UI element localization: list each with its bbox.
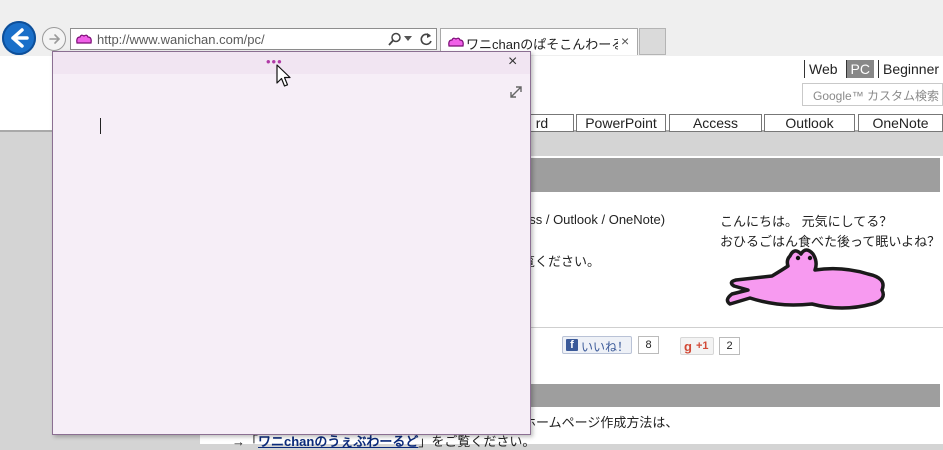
link-suffix: 」をご覧ください。 xyxy=(418,434,536,449)
nav-tab-onenote[interactable]: OneNote xyxy=(858,114,943,132)
like-count: 8 xyxy=(638,336,659,354)
nav-bar: rd PowerPoint Access Outlook OneNote xyxy=(510,114,943,132)
webworld-link[interactable]: ワニchanのうぇぶわーるど xyxy=(258,434,418,449)
back-arrow-icon xyxy=(11,28,29,48)
facebook-icon: f xyxy=(566,339,578,351)
sticky-note[interactable]: ••• × xyxy=(52,51,531,435)
greeting-text: こんにちは。 元気にしてる？ xyxy=(720,214,893,229)
gplus-count: 2 xyxy=(719,337,740,355)
nav-tab-access[interactable]: Access xyxy=(669,114,762,132)
arrow-text: →「 xyxy=(232,434,259,449)
mouse-cursor-icon xyxy=(276,64,291,87)
forward-button[interactable] xyxy=(42,27,66,51)
google-plus-icon: g xyxy=(684,339,692,354)
section2-text: たホームページ作成方法は、 xyxy=(510,415,679,430)
refresh-icon[interactable] xyxy=(419,32,433,46)
like-label: いいね！ xyxy=(581,340,630,354)
nav-tab-powerpoint[interactable]: PowerPoint xyxy=(576,114,666,132)
nav-tab-outlook[interactable]: Outlook xyxy=(764,114,855,132)
close-icon[interactable]: × xyxy=(621,33,629,49)
back-button[interactable] xyxy=(2,21,36,55)
google-search-input[interactable]: Google™ カスタム検索 xyxy=(802,83,943,106)
header-links: Web PC Beginner xyxy=(800,60,943,80)
search-icon[interactable] xyxy=(388,32,402,46)
address-url[interactable]: http://www.wanichan.com/pc/ xyxy=(97,32,265,47)
header-link-web[interactable]: Web xyxy=(804,60,842,78)
header-link-beginner[interactable]: Beginner xyxy=(878,60,943,78)
dropdown-icon[interactable] xyxy=(404,36,412,42)
forward-arrow-icon xyxy=(49,34,61,44)
divider xyxy=(510,327,943,328)
section-header-2 xyxy=(510,384,940,407)
close-icon[interactable]: × xyxy=(508,53,517,71)
alligator-mascot-image xyxy=(725,248,885,310)
search-placeholder: Google™ カスタム検索 xyxy=(813,89,940,103)
favicon-icon xyxy=(76,34,92,44)
facebook-like-button[interactable]: f いいね！ xyxy=(562,336,632,354)
header-link-pc[interactable]: PC xyxy=(845,60,874,78)
address-bar[interactable]: http://www.wanichan.com/pc/ xyxy=(70,28,437,50)
new-tab-button[interactable] xyxy=(639,28,666,55)
section-header xyxy=(510,158,940,192)
expand-icon[interactable] xyxy=(509,85,523,99)
intro-text: ccess / Outlook / OneNote) xyxy=(509,212,666,227)
text-caret[interactable] xyxy=(100,118,101,134)
gplus-label: +1 xyxy=(696,340,709,352)
google-plus-button[interactable]: g +1 xyxy=(680,337,714,355)
favicon-icon xyxy=(448,37,464,47)
browser-chrome: http://www.wanichan.com/pc/ ワニchanのぱそこんわ… xyxy=(0,0,943,56)
